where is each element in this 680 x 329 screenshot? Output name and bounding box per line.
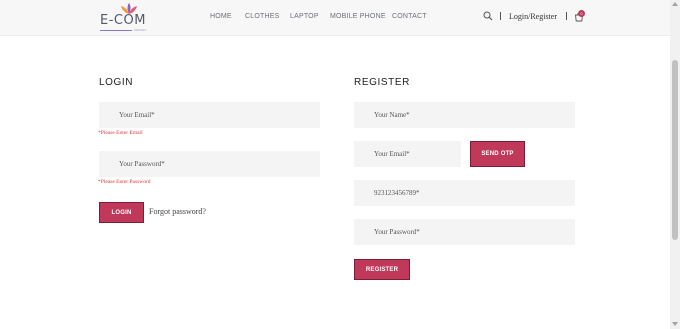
register-password-placeholder: Your Password*: [374, 228, 420, 236]
send-otp-button[interactable]: SEND OTP: [470, 141, 525, 167]
login-password-error: *Please Enter Password: [98, 179, 151, 185]
register-email-field[interactable]: Your Email*: [354, 141, 461, 167]
logo[interactable]: E-COM MARKET: [100, 3, 156, 33]
cart-count-badge: 0: [578, 10, 585, 17]
scroll-up-arrow-icon[interactable]: [672, 2, 678, 6]
register-password-field[interactable]: Your Password*: [354, 219, 575, 245]
login-email-error: *Please Enter Email: [98, 130, 143, 136]
register-phone-field[interactable]: 923123456789*: [354, 180, 575, 206]
nav-mobile-phone[interactable]: MOBILE PHONE: [330, 13, 386, 20]
login-email-placeholder: Your Email*: [119, 111, 155, 119]
register-name-field[interactable]: Your Name*: [354, 102, 575, 128]
page-scrollbar[interactable]: [670, 0, 680, 329]
login-title: LOGIN: [99, 77, 134, 88]
register-email-placeholder: Your Email*: [374, 150, 410, 158]
login-password-field[interactable]: Your Password*: [99, 151, 320, 177]
register-name-placeholder: Your Name*: [374, 111, 410, 119]
logo-tagline: MARKET: [134, 28, 147, 32]
login-email-field[interactable]: Your Email*: [99, 102, 320, 128]
nav-laptop[interactable]: LAPTOP: [290, 13, 319, 20]
register-phone-placeholder: 923123456789*: [374, 189, 420, 197]
register-button[interactable]: REGISTER: [354, 259, 410, 280]
search-icon[interactable]: [483, 11, 493, 21]
header-divider: [566, 12, 567, 20]
logo-underline: [100, 30, 132, 31]
scroll-thumb[interactable]: [672, 60, 678, 240]
nav-clothes[interactable]: CLOTHES: [245, 13, 279, 20]
scroll-down-arrow-icon[interactable]: [672, 322, 678, 326]
nav-contact[interactable]: CONTACT: [392, 13, 427, 20]
logo-text: E-COM: [100, 13, 146, 28]
site-header: E-COM MARKET HOME CLOTHES LAPTOP MOBILE …: [0, 0, 670, 36]
register-title: REGISTER: [354, 77, 410, 88]
login-password-placeholder: Your Password*: [119, 160, 165, 168]
nav-home[interactable]: HOME: [210, 13, 232, 20]
header-divider: [500, 12, 501, 20]
forgot-password-link[interactable]: Forgot password?: [149, 207, 206, 216]
login-register-link[interactable]: Login/Register: [509, 12, 557, 21]
login-button[interactable]: LOGIN: [99, 202, 144, 223]
